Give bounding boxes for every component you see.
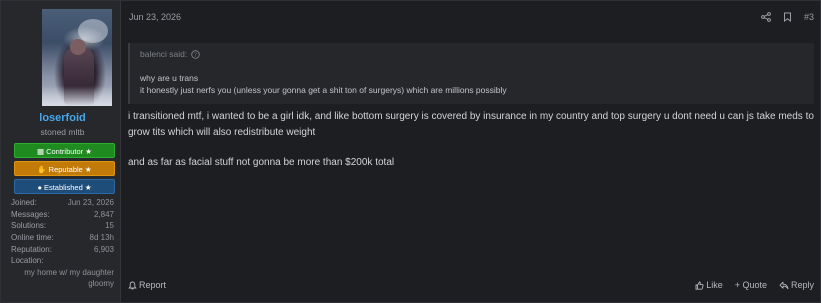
stat-location: Location: (11, 255, 114, 267)
quote-block: balenci said: ? why are u trans it hones… (128, 43, 814, 104)
stat-value: 8d 13h (89, 233, 114, 243)
forum-post: loserfoid stoned mltb ▦ Contributor ★ ✋ Re… (0, 0, 821, 303)
user-stats: Joined: Jun 23, 2026 Messages: 2,847 Solut… (11, 197, 114, 289)
reply-label: Reply (790, 280, 814, 290)
stat-label: Online time: (11, 233, 54, 243)
post-tools: #3 (761, 12, 814, 22)
stat-label: Solutions: (11, 221, 47, 231)
stat-label: Reputation: (11, 244, 52, 254)
post-main: Jun 23, 2026 #3 balenci said: ? why are … (121, 1, 821, 302)
svg-text:?: ? (194, 52, 197, 58)
username-link[interactable]: loserfoid (11, 112, 114, 124)
expand-quote-icon[interactable]: ? (191, 49, 201, 59)
user-icon: ● (37, 183, 42, 192)
location-line: my home w/ my daughter (24, 268, 114, 278)
bookmark-icon[interactable] (783, 12, 792, 22)
stat-solutions: Solutions: 15 (11, 220, 114, 232)
user-title: stoned mltb (40, 127, 85, 137)
badge-label: Established ★ (43, 183, 92, 192)
post-footer: Report Like + Quote Reply (128, 280, 814, 290)
location-line: gloomy (88, 279, 114, 289)
stat-label: Joined: (11, 198, 37, 207)
post-number[interactable]: #3 (804, 12, 814, 22)
handshake-icon: ✋ (37, 165, 47, 174)
quote-author[interactable]: balenci said: (140, 49, 187, 59)
message-body: i transitioned mtf, i wanted to be a gir… (128, 109, 814, 171)
like-button[interactable]: Like (695, 280, 723, 290)
post-date[interactable]: Jun 23, 2026 (129, 12, 181, 22)
badge-reputable: ✋ Reputable ★ (14, 161, 115, 176)
report-button[interactable]: Report (128, 280, 166, 290)
badge-label: Reputable ★ (48, 165, 92, 174)
contributor-icon: ▦ (36, 147, 45, 156)
stat-joined: Joined: Jun 23, 2026 (11, 197, 114, 209)
post-actions: Like + Quote Reply (695, 280, 814, 290)
reply-button[interactable]: Reply (779, 280, 814, 290)
like-label: Like (706, 280, 723, 290)
stat-online-time: Online time: 8d 13h (11, 232, 114, 244)
quote-line: why are u trans (140, 73, 199, 83)
quote-header[interactable]: balenci said: ? (140, 49, 804, 59)
stat-value: 2,847 (93, 209, 114, 219)
badge-contributor: ▦ Contributor ★ (14, 143, 115, 158)
stat-value: 15 (105, 221, 114, 231)
report-icon (128, 281, 137, 290)
post-header: Jun 23, 2026 #3 (128, 1, 814, 32)
quote-line: it honestly just nerfs you (unless your … (140, 85, 507, 95)
message-paragraph: i transitioned mtf, i wanted to be a gir… (128, 111, 814, 138)
stat-messages: Messages: 2,847 (11, 209, 114, 221)
stat-label: Location: (11, 256, 44, 266)
thumbs-up-icon (695, 281, 704, 290)
stat-reputation: Reputation: 6,903 (11, 244, 114, 256)
share-icon[interactable] (761, 11, 771, 22)
stat-value: 6,903 (93, 244, 114, 254)
stat-label: Messages: (11, 209, 50, 219)
badge-label: Contributor ★ (46, 147, 92, 156)
badge-established: ● Established ★ (14, 179, 115, 194)
user-panel: loserfoid stoned mltb ▦ Contributor ★ ✋ Re… (1, 1, 121, 302)
quote-label: + Quote (734, 280, 767, 290)
stat-value: Jun 23, 2026 (67, 198, 114, 207)
quote-button[interactable]: + Quote (735, 280, 767, 290)
message-paragraph: and as far as facial stuff not gonna be … (128, 157, 395, 168)
quote-body: why are u trans it honestly just nerfs y… (140, 72, 804, 96)
report-label: Report (139, 280, 167, 290)
avatar[interactable] (42, 9, 112, 106)
reply-icon (779, 281, 789, 289)
